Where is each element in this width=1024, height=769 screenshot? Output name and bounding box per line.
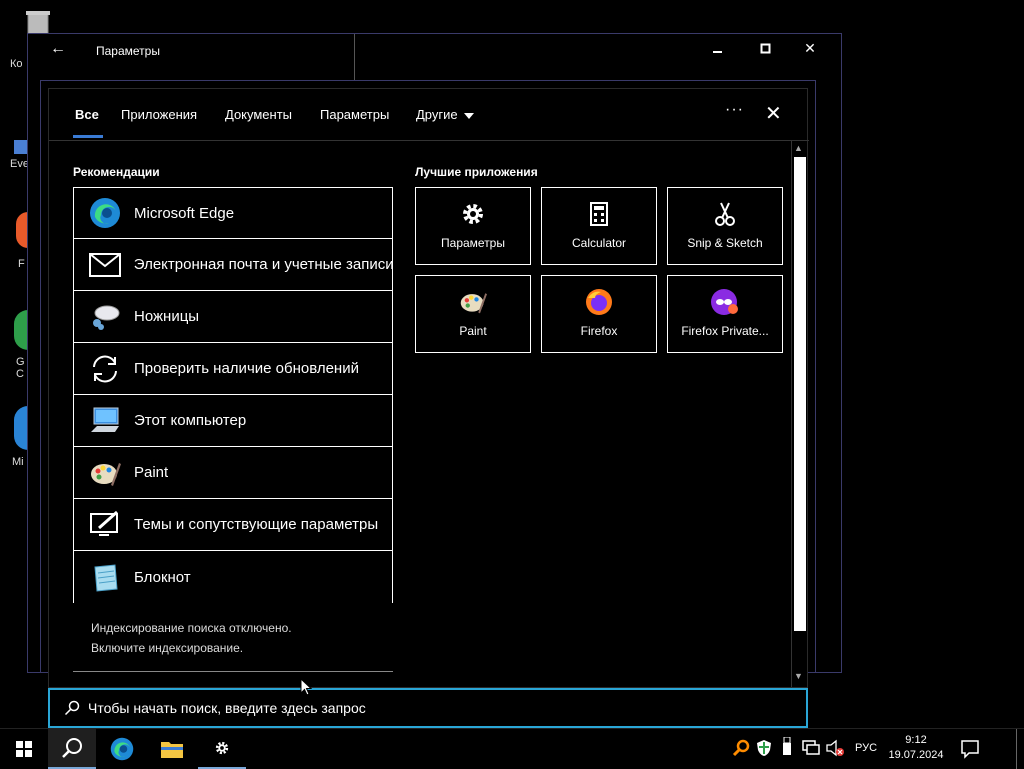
themes-icon — [88, 508, 122, 542]
maximize-button[interactable] — [756, 42, 776, 58]
app-tile-settings[interactable]: Параметры — [415, 187, 531, 265]
app-tile-paint[interactable]: Paint — [415, 275, 531, 353]
windows-logo-icon — [16, 741, 32, 757]
search-icon — [64, 700, 80, 716]
language-indicator[interactable]: РУС — [855, 742, 877, 754]
list-item[interactable]: Microsoft Edge — [73, 187, 393, 239]
more-options-button[interactable]: ··· — [725, 101, 744, 119]
mouse-cursor-icon — [300, 678, 312, 696]
scroll-thumb[interactable] — [794, 157, 806, 631]
tab-all[interactable]: Все — [75, 107, 99, 122]
app-tile-snip-sketch[interactable]: Snip & Sketch — [667, 187, 783, 265]
explorer-taskbar-button[interactable] — [148, 729, 196, 769]
app-tile-firefox[interactable]: Firefox — [541, 275, 657, 353]
window-title: Параметры — [96, 44, 160, 58]
search-input[interactable] — [88, 700, 688, 716]
list-item[interactable]: Электронная почта и учетные записи — [73, 239, 393, 291]
tab-settings[interactable]: Параметры — [320, 107, 389, 122]
paint-icon — [416, 288, 530, 316]
app-tile-label: Calculator — [571, 236, 627, 250]
scroll-down-icon[interactable]: ▼ — [794, 671, 803, 681]
search-tray-icon[interactable] — [732, 739, 750, 762]
calculator-icon — [542, 200, 656, 228]
scroll-up-icon[interactable]: ▲ — [794, 143, 803, 153]
network-tray-icon[interactable] — [802, 739, 820, 762]
clock-time: 9:12 — [905, 734, 927, 746]
list-item-label: Темы и сопутствующие параметры — [134, 516, 379, 533]
snip-sketch-icon — [668, 200, 782, 228]
search-taskbar-button[interactable] — [48, 729, 96, 769]
notepad-icon — [88, 560, 122, 594]
minimize-button[interactable] — [708, 42, 728, 58]
mail-icon — [88, 248, 122, 282]
search-box[interactable] — [48, 688, 808, 728]
tab-documents[interactable]: Документы — [225, 107, 292, 122]
computer-icon — [88, 404, 122, 438]
active-tab-indicator — [73, 135, 103, 138]
paint-icon — [88, 456, 122, 490]
settings-taskbar-button[interactable] — [198, 729, 246, 769]
firefox-icon — [542, 288, 656, 316]
app-tile-label: Firefox Private... — [681, 324, 769, 338]
list-item-label: Электронная почта и учетные записи — [133, 256, 392, 273]
close-window-button[interactable]: ✕ — [800, 40, 820, 57]
back-arrow-icon[interactable]: ← — [50, 40, 66, 58]
volume-muted-icon[interactable] — [826, 739, 844, 762]
list-item[interactable]: Темы и сопутствующие параметры — [73, 499, 393, 551]
title-divider — [354, 34, 355, 80]
list-item-label: Этот компьютер — [134, 412, 247, 429]
app-tile-firefox-private[interactable]: Firefox Private... — [667, 275, 783, 353]
tab-more-label: Другие — [416, 107, 458, 122]
clock-date: 19.07.2024 — [888, 749, 944, 761]
app-tile-label: Snip & Sketch — [687, 236, 763, 250]
close-search-button[interactable]: ✕ — [765, 101, 782, 126]
list-item-label: Блокнот — [134, 568, 191, 586]
clock[interactable]: 9:12 19.07.2024 — [884, 733, 948, 763]
firefox-private-icon — [668, 288, 782, 316]
list-item[interactable]: Проверить наличие обновлений — [73, 343, 393, 395]
update-icon — [88, 352, 122, 386]
indexing-hint: Индексирование поиска отключено. — [91, 621, 292, 635]
scissors-icon — [88, 300, 122, 334]
enable-indexing-link[interactable]: Включите индексирование. — [91, 641, 243, 655]
app-tile-label: Параметры — [441, 236, 505, 250]
list-item[interactable]: Этот компьютер — [73, 395, 393, 447]
list-item[interactable]: Paint — [73, 447, 393, 499]
list-item[interactable]: Ножницы — [73, 291, 393, 343]
app-tile-label: Paint — [459, 324, 487, 338]
list-item-label: Проверить наличие обновлений — [134, 360, 359, 377]
list-item-label: Paint — [134, 464, 169, 481]
recommendations-title: Рекомендации — [73, 165, 160, 179]
recommendations-list: Microsoft Edge Электронная почта и учетн… — [73, 187, 393, 603]
search-panel: Все Приложения Документы Параметры Други… — [48, 88, 809, 688]
edge-icon — [110, 737, 134, 761]
taskbar: РУС 9:12 19.07.2024 — [0, 728, 1024, 769]
list-item-label: Ножницы — [134, 308, 200, 325]
search-icon — [62, 738, 82, 758]
list-item[interactable]: Блокнот — [73, 551, 393, 603]
list-item-label: Microsoft Edge — [134, 204, 235, 222]
divider — [73, 671, 393, 672]
edge-taskbar-button[interactable] — [98, 729, 146, 769]
search-tabs: Все Приложения Документы Параметры Други… — [49, 89, 809, 141]
edge-icon — [88, 196, 122, 230]
tab-more-dropdown[interactable]: Другие — [416, 107, 474, 122]
app-tile-label: Firefox — [580, 324, 618, 338]
usb-tray-icon[interactable] — [782, 736, 792, 762]
folder-icon — [161, 742, 183, 758]
notifications-icon[interactable] — [960, 739, 980, 764]
gear-icon — [215, 741, 229, 755]
gear-icon — [416, 200, 530, 228]
tab-apps[interactable]: Приложения — [121, 107, 197, 122]
app-tile-calculator[interactable]: Calculator — [541, 187, 657, 265]
scrollbar[interactable]: ▲ ▼ — [791, 141, 807, 687]
defender-tray-icon[interactable] — [756, 739, 772, 762]
show-desktop-button[interactable] — [1016, 729, 1017, 769]
chevron-down-icon — [463, 112, 474, 119]
top-apps-title: Лучшие приложения — [415, 165, 538, 179]
start-button[interactable] — [0, 729, 48, 769]
